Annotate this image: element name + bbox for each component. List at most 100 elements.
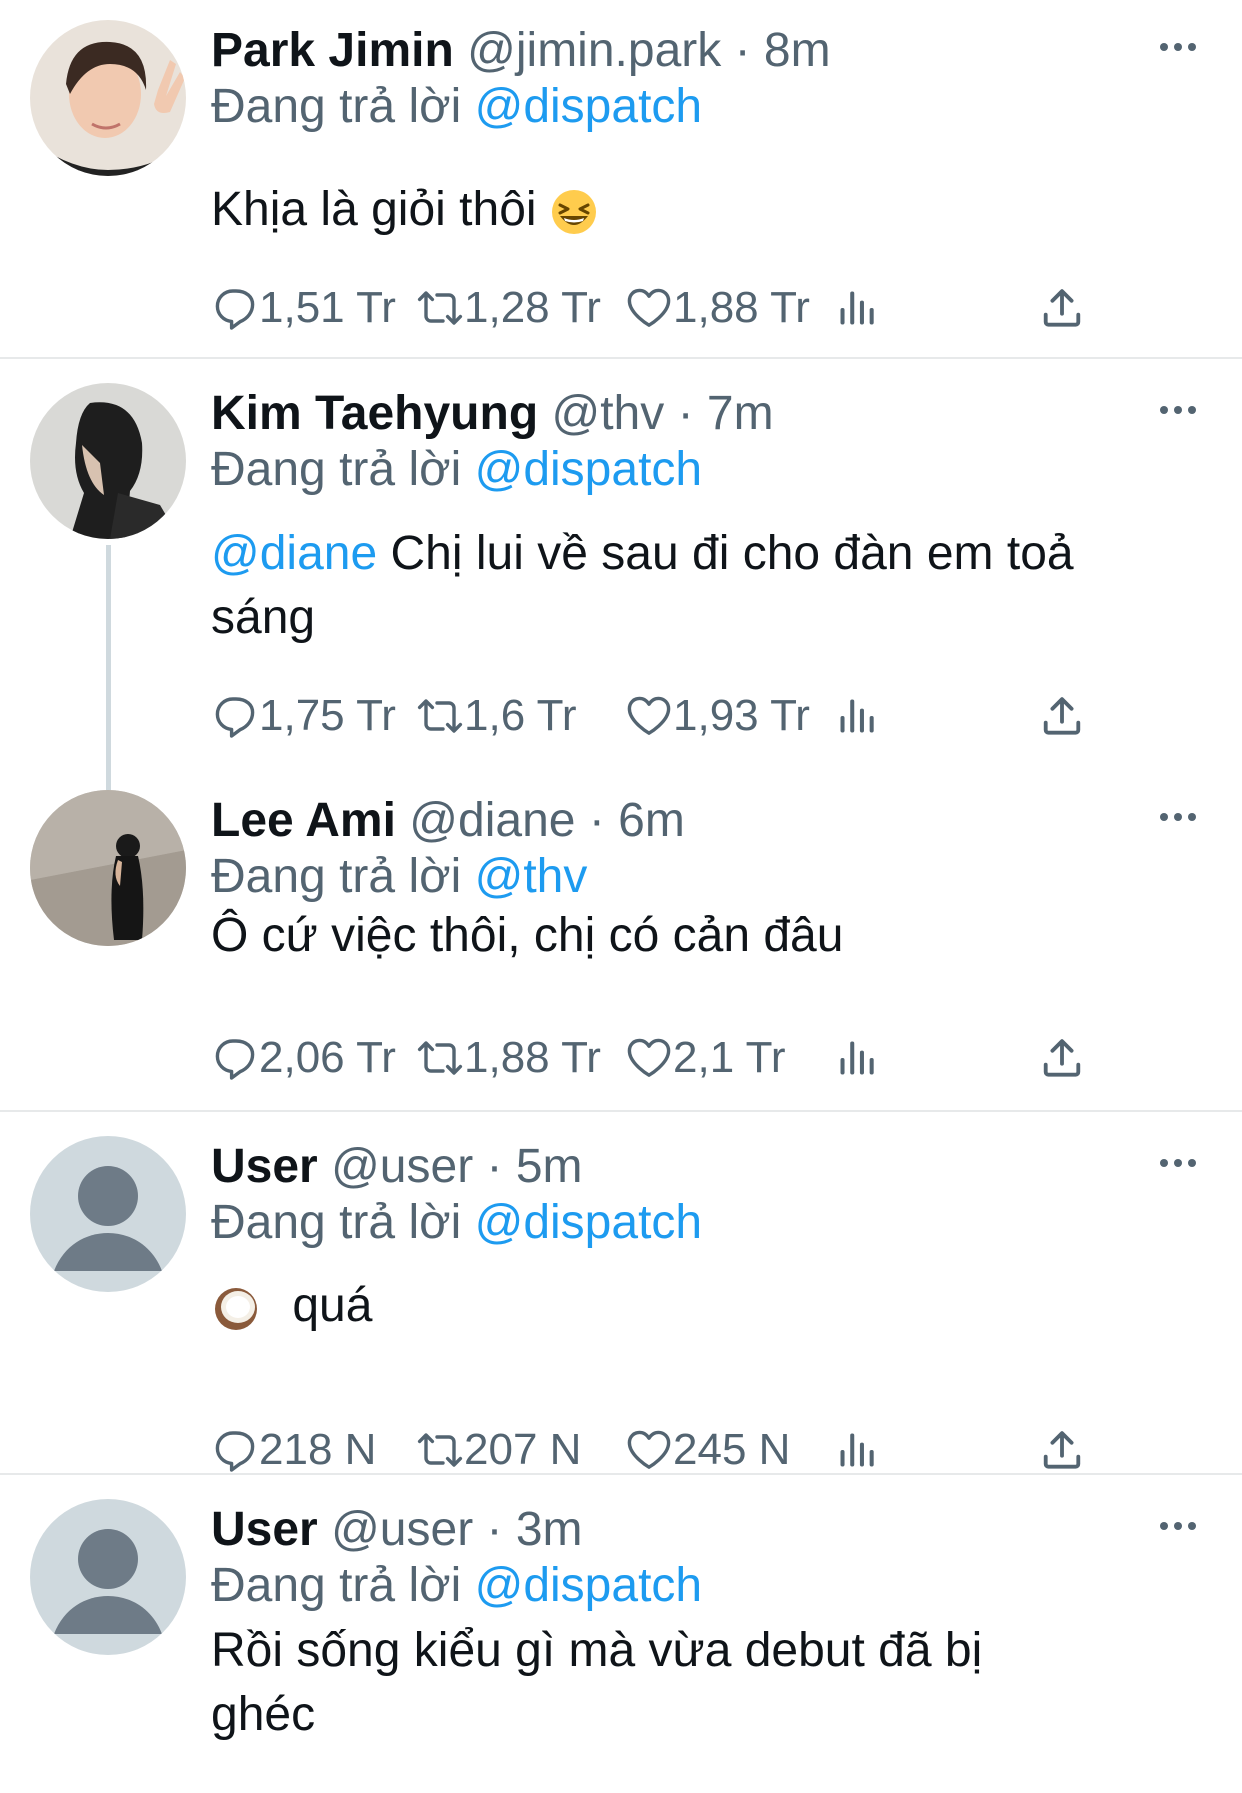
retweet-icon — [416, 284, 464, 332]
share-icon — [1039, 693, 1085, 739]
tweet-text-line: Chị lui về sau đi cho đàn em toả — [390, 527, 1074, 580]
display-name[interactable]: User — [211, 1503, 318, 1556]
more-icon[interactable] — [1158, 1156, 1198, 1170]
retweet-button[interactable]: 1,28 Tr — [416, 280, 601, 336]
reply-count: 218 N — [259, 1425, 377, 1474]
reply-prefix: Đang trả lời — [211, 1559, 462, 1612]
tweet-actions: 2,06 Tr 1,88 Tr 2,1 Tr — [211, 1030, 1091, 1086]
reply-button[interactable]: 1,75 Tr — [211, 688, 396, 744]
display-name[interactable]: Park Jimin — [211, 24, 454, 77]
text-mention[interactable]: @diane — [211, 527, 377, 580]
tweet-header: User @user · 3m — [211, 1502, 583, 1558]
tweet-text-content: Khịa là giỏi thôi — [211, 183, 537, 236]
display-name[interactable]: Kim Taehyung — [211, 387, 538, 440]
reply-context: Đang trả lời @dispatch — [211, 442, 702, 498]
like-button[interactable]: 1,93 Tr — [625, 688, 810, 744]
user-handle[interactable]: @diane — [409, 794, 575, 847]
tweet-header: Park Jimin @jimin.park · 8m — [211, 23, 831, 79]
reply-mention[interactable]: @dispatch — [475, 80, 703, 133]
divider — [0, 357, 1242, 359]
tweet[interactable]: User @user · 3m Đang trả lời @dispatch R… — [0, 1475, 1242, 1793]
like-button[interactable]: 1,88 Tr — [625, 280, 810, 336]
tweet-text: Ô cứ việc thôi, chị có cản đâu — [211, 904, 1191, 968]
timestamp[interactable]: 6m — [618, 794, 685, 847]
share-icon — [1039, 285, 1085, 331]
like-count: 1,93 Tr — [673, 691, 810, 740]
separator: · — [588, 794, 605, 847]
timestamp[interactable]: 7m — [707, 387, 774, 440]
tweet[interactable]: Kim Taehyung @thv · 7m Đang trả lời @dis… — [0, 360, 1242, 780]
retweet-button[interactable]: 207 N — [416, 1422, 581, 1478]
reply-mention[interactable]: @dispatch — [475, 443, 703, 496]
user-handle[interactable]: @user — [331, 1140, 473, 1193]
display-name[interactable]: Lee Ami — [211, 794, 396, 847]
views-button[interactable] — [835, 1422, 879, 1478]
more-icon[interactable] — [1158, 40, 1198, 54]
more-icon[interactable] — [1158, 1519, 1198, 1533]
reply-prefix: Đang trả lời — [211, 850, 462, 903]
reply-mention[interactable]: @thv — [475, 850, 588, 903]
tweet-actions: 1,51 Tr 1,28 Tr 1,88 Tr — [211, 280, 1091, 336]
tweet[interactable]: User @user · 5m Đang trả lời @dispatch q… — [0, 1112, 1242, 1474]
reply-prefix: Đang trả lời — [211, 443, 462, 496]
reply-icon — [211, 692, 259, 740]
tweet-text: quá — [211, 1274, 1191, 1338]
retweet-button[interactable]: 1,6 Tr — [416, 688, 577, 744]
retweet-icon — [416, 692, 464, 740]
timestamp[interactable]: 5m — [516, 1140, 583, 1193]
retweet-icon — [416, 1034, 464, 1082]
like-button[interactable]: 2,1 Tr — [625, 1030, 786, 1086]
analytics-icon — [835, 286, 879, 330]
tweet-text-line: Rồi sống kiểu gì mà vừa debut đã bị — [211, 1624, 983, 1677]
avatar[interactable] — [30, 1499, 186, 1655]
views-button[interactable] — [835, 688, 879, 744]
reply-mention[interactable]: @dispatch — [475, 1559, 703, 1612]
tweet-text: Khịa là giỏi thôi — [211, 178, 1191, 242]
coconut-icon — [215, 1288, 257, 1331]
tweet[interactable]: Lee Ami @diane · 6m Đang trả lời @thv Ô … — [0, 780, 1242, 1112]
analytics-icon — [835, 1428, 879, 1472]
heart-icon — [625, 692, 673, 740]
analytics-icon — [835, 694, 879, 738]
reply-context: Đang trả lời @dispatch — [211, 1195, 702, 1251]
retweet-count: 1,28 Tr — [464, 283, 601, 332]
user-handle[interactable]: @thv — [551, 387, 664, 440]
reply-button[interactable]: 218 N — [211, 1422, 376, 1478]
reply-mention[interactable]: @dispatch — [475, 1196, 703, 1249]
user-handle[interactable]: @jimin.park — [467, 24, 721, 77]
heart-icon — [625, 1034, 673, 1082]
avatar[interactable] — [30, 383, 186, 539]
avatar[interactable] — [30, 1136, 186, 1292]
tweet-actions: 218 N 207 N 245 N — [211, 1422, 1091, 1478]
separator: · — [734, 24, 751, 77]
like-button[interactable]: 245 N — [625, 1422, 790, 1478]
timestamp[interactable]: 3m — [516, 1503, 583, 1556]
avatar[interactable] — [30, 790, 186, 946]
tweet-text: Rồi sống kiểu gì mà vừa debut đã bị ghéc — [211, 1619, 1191, 1747]
tweet-header: Lee Ami @diane · 6m — [211, 793, 685, 849]
tweet-text-content: Ô cứ việc thôi, chị có cản đâu — [211, 909, 844, 962]
retweet-button[interactable]: 1,88 Tr — [416, 1030, 601, 1086]
views-button[interactable] — [835, 280, 879, 336]
more-icon[interactable] — [1158, 810, 1198, 824]
views-button[interactable] — [835, 1030, 879, 1086]
tweet-text-content: quá — [292, 1279, 373, 1332]
tweet-text-line: sáng — [211, 591, 316, 644]
tweet-header: Kim Taehyung @thv · 7m — [211, 386, 774, 442]
reply-context: Đang trả lời @dispatch — [211, 79, 702, 135]
timestamp[interactable]: 8m — [764, 24, 831, 77]
share-button[interactable] — [1039, 280, 1085, 336]
heart-icon — [625, 284, 673, 332]
reply-button[interactable]: 2,06 Tr — [211, 1030, 396, 1086]
share-button[interactable] — [1039, 1422, 1085, 1478]
heart-icon — [625, 1426, 673, 1474]
user-handle[interactable]: @user — [331, 1503, 473, 1556]
display-name[interactable]: User — [211, 1140, 318, 1193]
share-button[interactable] — [1039, 688, 1085, 744]
share-button[interactable] — [1039, 1030, 1085, 1086]
retweet-icon — [416, 1426, 464, 1474]
avatar[interactable] — [30, 20, 186, 176]
more-icon[interactable] — [1158, 403, 1198, 417]
tweet[interactable]: Park Jimin @jimin.park · 8m Đang trả lời… — [0, 0, 1242, 358]
reply-button[interactable]: 1,51 Tr — [211, 280, 396, 336]
